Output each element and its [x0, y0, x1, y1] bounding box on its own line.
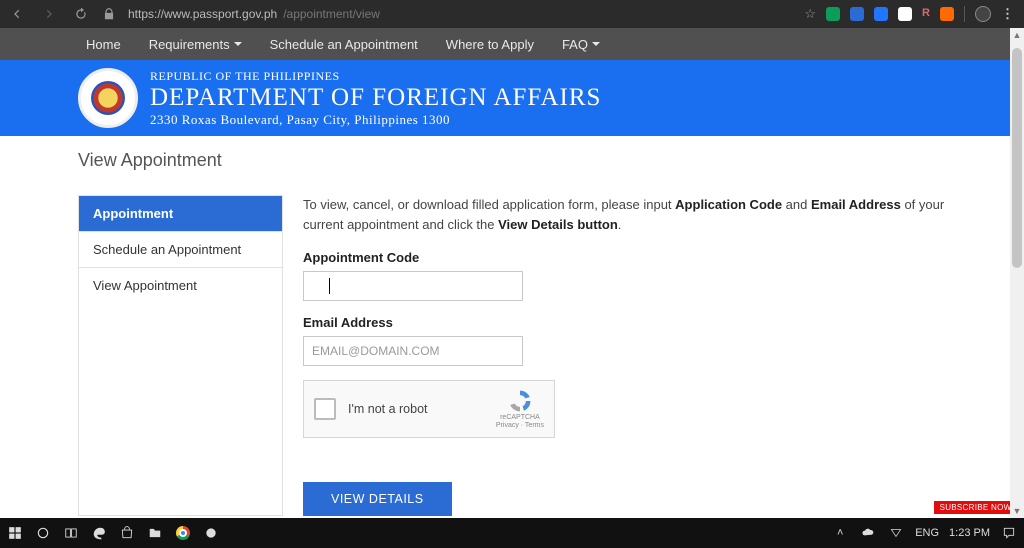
email-input[interactable] [303, 336, 523, 366]
view-details-button[interactable]: VIEW DETAILS [303, 482, 452, 516]
browser-extensions: ☆ R ⋮ [804, 6, 1016, 22]
recaptcha-branding: reCAPTCHA Privacy · Terms [496, 388, 544, 429]
extension-icon[interactable] [826, 7, 840, 21]
nav-schedule[interactable]: Schedule an Appointment [270, 37, 418, 52]
action-center-icon[interactable] [1000, 524, 1018, 542]
nav-requirements[interactable]: Requirements [149, 37, 242, 52]
site-banner: REPUBLIC OF THE PHILIPPINES DEPARTMENT O… [0, 60, 1024, 136]
page-title: View Appointment [78, 150, 946, 171]
file-explorer-icon[interactable] [146, 524, 164, 542]
page-viewport: Home Requirements Schedule an Appointmen… [0, 28, 1024, 518]
extension-icon[interactable] [850, 7, 864, 21]
taskbar-app-icon[interactable] [202, 524, 220, 542]
sidebar-item-schedule[interactable]: Schedule an Appointment [79, 232, 282, 268]
instruction-text: To view, cancel, or download filled appl… [303, 195, 946, 234]
address-bar[interactable]: https://www.passport.gov.ph/appointment/… [128, 7, 794, 21]
extension-icon[interactable]: R [922, 7, 930, 21]
recaptcha-widget: I'm not a robot reCAPTCHA Privacy · Term… [303, 380, 555, 438]
scrollbar-thumb[interactable] [1012, 48, 1022, 268]
divider [964, 6, 965, 22]
tray-up-icon[interactable]: ˄ [831, 524, 849, 542]
onedrive-icon[interactable] [859, 524, 877, 542]
main-content: To view, cancel, or download filled appl… [303, 195, 946, 516]
nav-where[interactable]: Where to Apply [446, 37, 534, 52]
recaptcha-label: I'm not a robot [348, 402, 484, 416]
lock-icon [100, 5, 118, 23]
store-icon[interactable] [118, 524, 136, 542]
profile-avatar[interactable] [975, 6, 991, 22]
scroll-down-arrow[interactable]: ▼ [1010, 504, 1024, 518]
cortana-icon[interactable] [34, 524, 52, 542]
email-label: Email Address [303, 315, 946, 330]
url-host: https://www.passport.gov.ph [128, 7, 277, 21]
recaptcha-checkbox[interactable] [314, 398, 336, 420]
browser-toolbar: https://www.passport.gov.ph/appointment/… [0, 0, 1024, 28]
appointment-code-input[interactable] [303, 271, 523, 301]
scroll-up-arrow[interactable]: ▲ [1010, 28, 1024, 42]
banner-subtitle: REPUBLIC OF THE PHILIPPINES [150, 69, 601, 84]
sidebar-item-view[interactable]: View Appointment [79, 268, 282, 303]
nav-faq[interactable]: FAQ [562, 37, 600, 52]
back-button[interactable] [8, 5, 26, 23]
banner-title: DEPARTMENT OF FOREIGN AFFAIRS [150, 84, 601, 112]
start-button[interactable] [6, 524, 24, 542]
dfa-seal-icon [78, 68, 138, 128]
forward-button[interactable] [40, 5, 58, 23]
appointment-code-label: Appointment Code [303, 250, 946, 265]
sidebar-item-appointment[interactable]: Appointment [79, 196, 282, 232]
windows-taskbar: ˄ ENG 1:23 PM [0, 518, 1024, 548]
edge-icon[interactable] [90, 524, 108, 542]
main-nav: Home Requirements Schedule an Appointmen… [0, 28, 1024, 60]
text-cursor [329, 278, 330, 294]
sidebar: Appointment Schedule an Appointment View… [78, 195, 283, 516]
chevron-down-icon [234, 42, 242, 46]
browser-menu-icon[interactable]: ⋮ [1001, 6, 1016, 22]
language-indicator[interactable]: ENG [915, 527, 939, 539]
reload-button[interactable] [72, 5, 90, 23]
url-path: /appointment/view [283, 7, 380, 21]
subscribe-badge[interactable]: SUBSCRIBE NOW! [934, 501, 1020, 514]
bookmark-star-icon[interactable]: ☆ [804, 6, 816, 22]
task-view-icon[interactable] [62, 524, 80, 542]
extension-icon[interactable] [898, 7, 912, 21]
vertical-scrollbar[interactable]: ▲ ▼ [1010, 28, 1024, 518]
banner-address: 2330 Roxas Boulevard, Pasay City, Philip… [150, 112, 601, 128]
recaptcha-icon [507, 388, 533, 414]
clock[interactable]: 1:23 PM [949, 527, 990, 539]
keyboard-layout-icon[interactable] [887, 524, 905, 542]
extension-icon[interactable] [940, 7, 954, 21]
chevron-down-icon [592, 42, 600, 46]
extension-icon[interactable] [874, 7, 888, 21]
chrome-icon[interactable] [174, 524, 192, 542]
nav-home[interactable]: Home [86, 37, 121, 52]
